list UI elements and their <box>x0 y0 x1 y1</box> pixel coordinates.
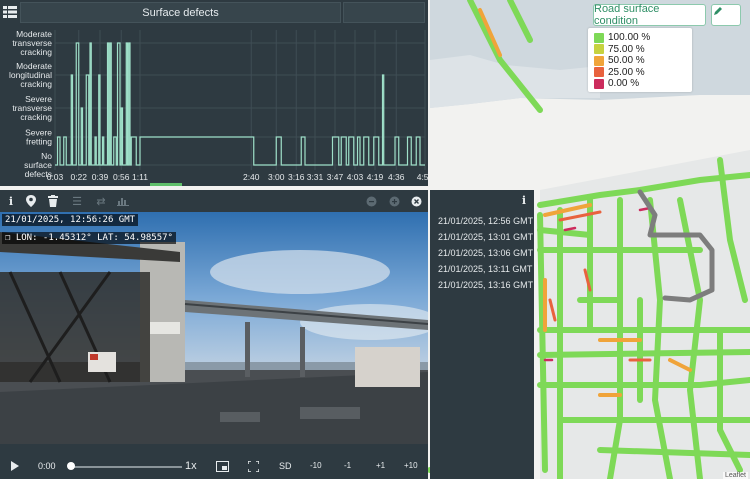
x-tick-label: 3:47 <box>327 172 344 182</box>
playback-speed-button[interactable]: 1x <box>185 460 197 472</box>
picture-in-picture-button[interactable] <box>216 461 229 474</box>
seek-bar[interactable] <box>70 466 182 468</box>
legend-swatch <box>594 67 604 78</box>
y-tick-label: Moderate longitudinal cracking <box>9 61 52 89</box>
copy-icon[interactable]: ❐ <box>5 233 10 243</box>
fullscreen-icon <box>247 460 260 473</box>
x-tick-label: 4:59 <box>417 172 428 182</box>
close-icon[interactable] <box>409 194 423 208</box>
legend-row: 25.00 % <box>594 67 686 79</box>
fullscreen-button[interactable] <box>247 460 260 474</box>
info-icon[interactable]: i <box>522 194 526 207</box>
y-tick-label: Severe fretting <box>25 128 52 147</box>
legend-swatch <box>594 78 604 89</box>
y-tick-label: Severe transverse cracking <box>12 94 52 122</box>
info-icon[interactable]: i <box>4 194 18 208</box>
map-legend: 100.00 % 75.00 % 50.00 % 25.00 % 0.00 % <box>588 28 692 92</box>
chart-icon[interactable] <box>116 194 130 208</box>
quality-button[interactable]: SD <box>279 461 292 471</box>
skip-forward-10-button[interactable]: +10 <box>404 461 418 470</box>
defect-series-line <box>55 42 425 166</box>
x-tick-label: 4:19 <box>367 172 384 182</box>
recording-time-item[interactable]: 21/01/2025, 13:06 GMT <box>438 248 533 258</box>
legend-swatch <box>594 44 604 55</box>
recording-time-item[interactable]: 21/01/2025, 13:01 GMT <box>438 232 533 242</box>
legend-label: 75.00 % <box>608 43 645 55</box>
x-tick-label: 2:40 <box>243 172 260 182</box>
legend-label: 50.00 % <box>608 55 645 67</box>
x-tick-label: 4:36 <box>388 172 405 182</box>
edit-button[interactable] <box>711 4 741 26</box>
video-controls: 0:00 1x SD -10 -1 +1 +10 <box>0 455 428 479</box>
repeat-icon[interactable]: ⇄ <box>94 194 108 208</box>
skip-back-1-button[interactable]: -1 <box>344 461 351 470</box>
skip-back-10-button[interactable]: -10 <box>310 461 322 470</box>
video-toolbar: i ☰ ⇄ <box>0 190 428 212</box>
x-tick-label: 0:39 <box>92 172 109 182</box>
x-tick-label: 0:03 <box>47 172 64 182</box>
chart-tab-empty[interactable] <box>343 2 425 23</box>
seek-handle[interactable] <box>67 462 75 470</box>
current-time: 0:00 <box>38 461 56 471</box>
trash-icon[interactable] <box>46 194 60 208</box>
x-tick-label: 3:00 <box>268 172 285 182</box>
surface-defects-chart: No surface defectsSevere frettingSevere tran… <box>9 29 428 186</box>
plus-circle-icon[interactable] <box>387 194 401 208</box>
legend-row: 100.00 % <box>594 32 686 44</box>
x-tick-label: 4:03 <box>347 172 364 182</box>
legend-label: 0.00 % <box>608 78 640 90</box>
map-pin-icon[interactable] <box>24 194 38 208</box>
x-tick-label: 0:22 <box>70 172 87 182</box>
pip-icon <box>216 461 229 472</box>
dashcam-image <box>0 212 428 444</box>
video-panel: i ☰ ⇄ 21/01/2025, 12:56:26 GMT ❐ LON: -1… <box>0 190 428 479</box>
legend-row: 0.00 % <box>594 78 686 90</box>
legend-swatch <box>594 55 604 66</box>
recording-time-item[interactable]: 21/01/2025, 13:11 GMT <box>438 264 532 274</box>
recording-time-item[interactable]: 21/01/2025, 13:16 GMT <box>438 280 533 290</box>
chart-title-tab[interactable]: Surface defects <box>20 2 341 23</box>
recordings-panel: i 21/01/2025, 12:56 GMT 21/01/2025, 13:0… <box>430 190 534 479</box>
grid-icon <box>3 6 17 18</box>
legend-label: 25.00 % <box>608 66 645 78</box>
video-coordinates[interactable]: ❐ LON: -1.45312° LAT: 54.98557° <box>2 232 176 244</box>
minus-circle-icon[interactable] <box>364 194 378 208</box>
video-frame[interactable]: 21/01/2025, 12:56:26 GMT ❐ LON: -1.45312… <box>0 212 428 444</box>
coordinates-text: LON: -1.45312° LAT: 54.98557° <box>15 233 173 243</box>
road-surface-condition-button[interactable]: Road surface condition <box>593 3 706 27</box>
play-icon <box>11 461 19 471</box>
video-timestamp: 21/01/2025, 12:56:26 GMT <box>2 214 139 226</box>
list-icon[interactable]: ☰ <box>70 194 84 208</box>
legend-swatch <box>594 32 604 43</box>
surface-defects-panel: No surface defects Severe fretting Severe tran… <box>0 0 428 186</box>
legend-label: 100.00 % <box>608 32 651 44</box>
playback-position-marker <box>150 183 182 186</box>
recording-time-item[interactable]: 21/01/2025, 12:56 GMT <box>438 216 533 226</box>
x-tick-label: 3:16 <box>288 172 305 182</box>
pencil-icon <box>714 7 722 15</box>
y-tick-label: Moderate transverse cracking <box>12 29 52 57</box>
x-tick-label: 3:31 <box>307 172 324 182</box>
legend-row: 50.00 % <box>594 55 686 67</box>
legend-row: 75.00 % <box>594 44 686 56</box>
x-tick-label: 1:11 <box>132 172 148 182</box>
skip-forward-1-button[interactable]: +1 <box>376 461 385 470</box>
x-tick-label: 0:56 <box>113 172 130 182</box>
map-attribution[interactable]: Leaflet <box>722 472 748 479</box>
play-button[interactable] <box>10 460 20 474</box>
grid-menu-button[interactable] <box>2 4 18 20</box>
